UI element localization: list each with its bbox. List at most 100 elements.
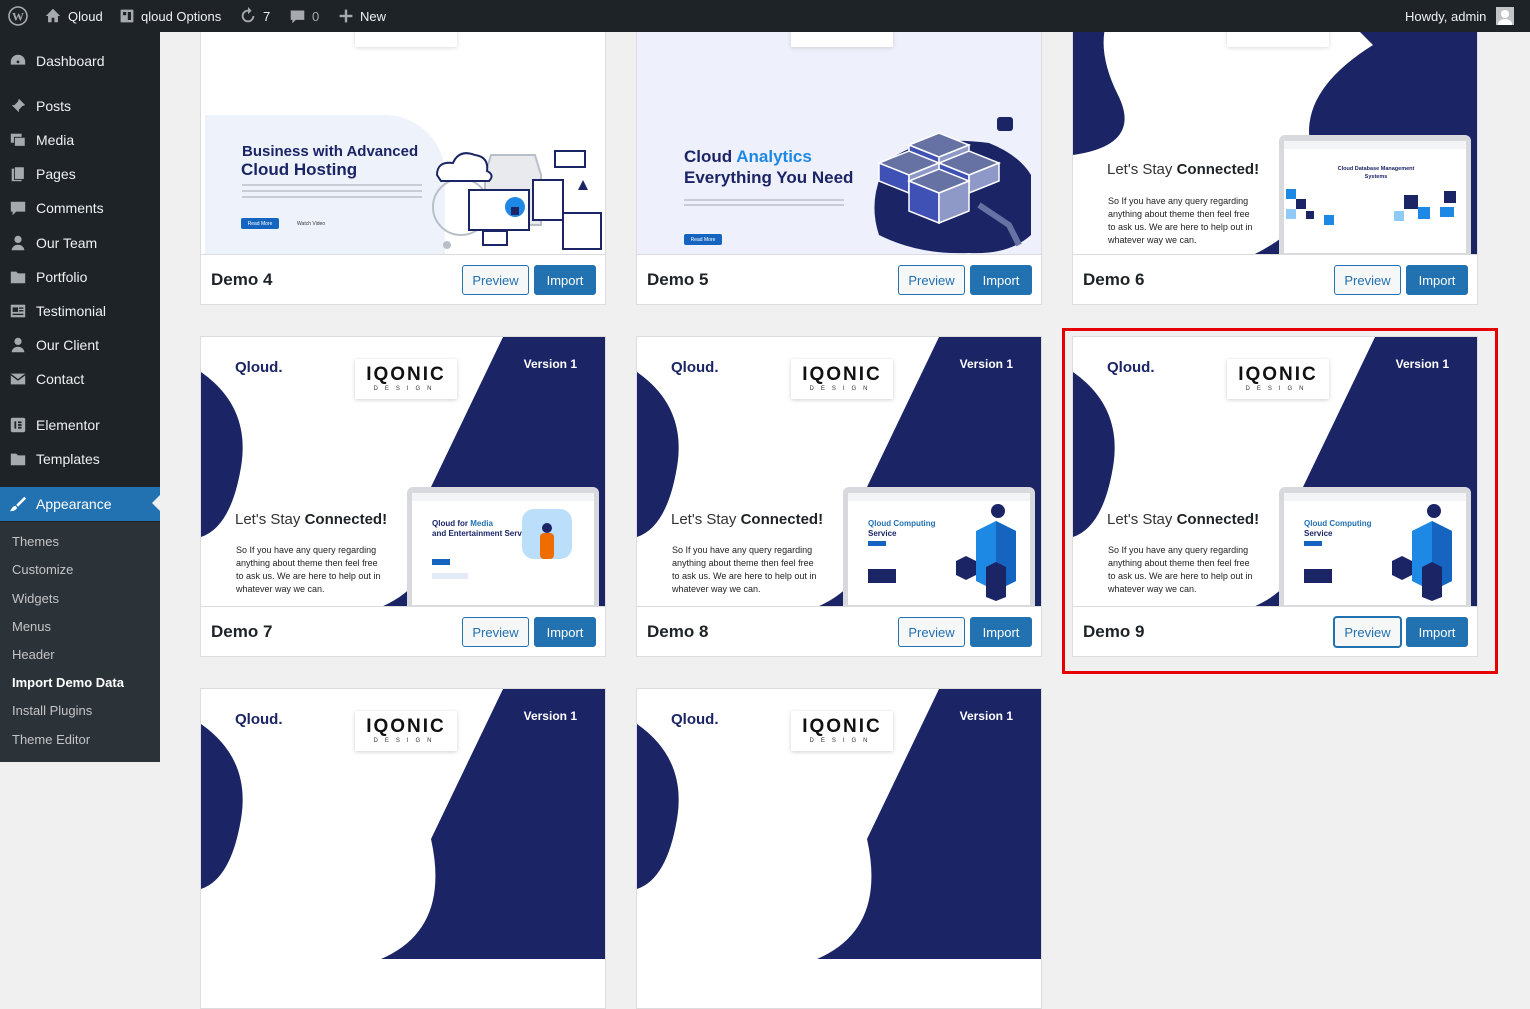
- sidebar-item-media[interactable]: Media: [0, 123, 160, 157]
- hero-title-line1: Cloud Analytics: [684, 147, 812, 166]
- sidebar-item-contact[interactable]: Contact: [0, 362, 160, 396]
- new-content-link[interactable]: New: [338, 0, 386, 32]
- sidebar-item-label: Our Team: [36, 235, 98, 251]
- submenu-item-import-demo-data[interactable]: Import Demo Data: [12, 673, 124, 693]
- contact-heading: Let's Stay Connected!: [671, 511, 824, 528]
- preview-button[interactable]: Preview: [1334, 265, 1401, 295]
- updates-icon: [241, 7, 255, 23]
- demo-footer: Demo 4 Preview Import: [201, 254, 605, 304]
- my-account-link[interactable]: Howdy, admin: [1405, 0, 1515, 32]
- iqonic-brand-badge: IQONIC DESIGN: [355, 359, 457, 399]
- pin-icon: [10, 98, 26, 114]
- updates-link[interactable]: 7: [239, 0, 270, 32]
- demo-thumbnail[interactable]: Cloud Analytics Everything You Need Read…: [637, 0, 1041, 255]
- sidebar-item-appearance[interactable]: Appearance: [0, 487, 160, 521]
- options-icon: [120, 9, 134, 23]
- sidebar-item-our-client[interactable]: Our Client: [0, 328, 160, 362]
- user-icon: [11, 337, 25, 353]
- contact-heading: Let's Stay Connected!: [1107, 161, 1260, 178]
- demo-card: Let's Stay Connected! So If you have any…: [1072, 0, 1478, 305]
- iqonic-brand-badge: IQONIC DESIGN: [791, 711, 893, 751]
- media-icon: [10, 133, 26, 147]
- envelope-icon: [10, 373, 26, 385]
- sidebar-item-label: Comments: [36, 200, 104, 216]
- theme-options-label: qloud Options: [141, 8, 222, 24]
- demo-thumbnail[interactable]: Qloud. IQONIC DESIGN Version 1: [201, 689, 605, 959]
- demo-thumbnail[interactable]: Qloud. IQONIC DESIGN Version 1 Let's Stay…: [637, 337, 1041, 607]
- sidebar-item-pages[interactable]: Pages: [0, 157, 160, 191]
- import-button[interactable]: Import: [534, 265, 596, 295]
- avatar: [1496, 7, 1515, 25]
- qloud-logo: Qloud.: [671, 359, 719, 376]
- import-button[interactable]: Import: [534, 617, 596, 647]
- preview-button[interactable]: Preview: [462, 617, 529, 647]
- site-name: Qloud: [68, 8, 103, 24]
- submenu-item-themes[interactable]: Themes: [12, 532, 59, 552]
- read-more-button: Read More: [684, 234, 722, 245]
- import-button[interactable]: Import: [970, 265, 1032, 295]
- folder-icon: [10, 271, 26, 284]
- demo-card: Business with Advanced Cloud Hosting Rea…: [200, 0, 606, 305]
- iqonic-brand-badge: IQONIC DESIGN: [791, 359, 893, 399]
- demo-thumbnail[interactable]: Business with Advanced Cloud Hosting Rea…: [201, 0, 605, 255]
- sidebar-item-label: Appearance: [36, 496, 112, 512]
- import-button[interactable]: Import: [970, 617, 1032, 647]
- version-label: Version 1: [959, 357, 1013, 371]
- sidebar-item-label: Portfolio: [36, 269, 88, 285]
- brush-icon: [9, 496, 27, 512]
- sidebar-item-portfolio[interactable]: Portfolio: [0, 260, 160, 294]
- comments-link[interactable]: 0: [289, 0, 319, 32]
- qloud-logo: Qloud.: [235, 711, 283, 728]
- submenu-item-menus[interactable]: Menus: [12, 617, 51, 637]
- folder-icon: [10, 453, 26, 466]
- preview-button[interactable]: Preview: [898, 617, 965, 647]
- preview-button[interactable]: Preview: [898, 265, 965, 295]
- qloud-logo: Qloud.: [671, 711, 719, 728]
- demo-card: Qloud. IQONIC DESIGN Version 1: [200, 688, 606, 1009]
- sidebar-item-label: Dashboard: [36, 53, 105, 69]
- demo-footer: Demo 8 Preview Import: [637, 606, 1041, 656]
- laptop-mockup: Qloud for Media and Entertainment Service: [407, 487, 599, 607]
- site-name-link[interactable]: Qloud: [44, 0, 103, 32]
- selection-highlight: [1062, 328, 1498, 674]
- comment-icon: [10, 201, 26, 216]
- appearance-submenu: Themes Customize Widgets Menus Header Im…: [0, 522, 160, 762]
- demo-card: Cloud Analytics Everything You Need Read…: [636, 0, 1042, 305]
- submenu-item-customize[interactable]: Customize: [12, 560, 73, 580]
- contact-heading: Let's Stay Connected!: [235, 511, 388, 528]
- sidebar-item-label: Templates: [36, 451, 100, 467]
- sidebar-item-our-team[interactable]: Our Team: [0, 226, 160, 260]
- wordpress-logo-icon[interactable]: W: [8, 0, 28, 32]
- import-button[interactable]: Import: [1406, 265, 1468, 295]
- sidebar-item-templates[interactable]: Templates: [0, 442, 160, 476]
- pages-icon: [11, 166, 25, 182]
- sidebar-item-testimonial[interactable]: Testimonial: [0, 294, 160, 328]
- demo-footer: Demo 7 Preview Import: [201, 606, 605, 656]
- submenu-item-widgets[interactable]: Widgets: [12, 589, 59, 609]
- demo-name: Demo 5: [647, 270, 709, 289]
- submenu-item-header[interactable]: Header: [12, 645, 55, 665]
- submenu-item-theme-editor[interactable]: Theme Editor: [12, 730, 90, 750]
- preview-button[interactable]: Preview: [462, 265, 529, 295]
- sidebar-item-dashboard[interactable]: Dashboard: [0, 44, 160, 78]
- demo-thumbnail[interactable]: Let's Stay Connected! So If you have any…: [1073, 0, 1477, 255]
- sidebar-item-label: Media: [36, 132, 75, 148]
- admin-bar: W Qloud qloud Options 7 0 New Howdy, adm…: [0, 0, 1530, 32]
- version-label: Version 1: [523, 709, 577, 723]
- testimonial-icon: [10, 304, 26, 318]
- contact-body: So If you have any query regarding anyth…: [236, 545, 381, 594]
- hero-title-line2: Everything You Need: [684, 168, 854, 187]
- sidebar-item-elementor[interactable]: Elementor: [0, 408, 160, 442]
- demo-thumbnail[interactable]: Qloud. IQONIC DESIGN Version 1: [637, 689, 1041, 959]
- svg-text:W: W: [12, 10, 24, 24]
- theme-options-link[interactable]: qloud Options: [119, 0, 221, 32]
- sidebar-item-label: Posts: [36, 98, 72, 114]
- demo-footer: Demo 5 Preview Import: [637, 254, 1041, 304]
- sidebar-item-comments[interactable]: Comments: [0, 191, 160, 225]
- submenu-item-install-plugins[interactable]: Install Plugins: [12, 701, 92, 721]
- contact-body: So If you have any query regarding anyth…: [672, 545, 817, 594]
- home-icon: [45, 8, 61, 23]
- demo-thumbnail[interactable]: Qloud. IQONIC DESIGN Version 1 Let's Stay…: [201, 337, 605, 607]
- user-icon: [11, 235, 25, 251]
- sidebar-item-posts[interactable]: Posts: [0, 89, 160, 123]
